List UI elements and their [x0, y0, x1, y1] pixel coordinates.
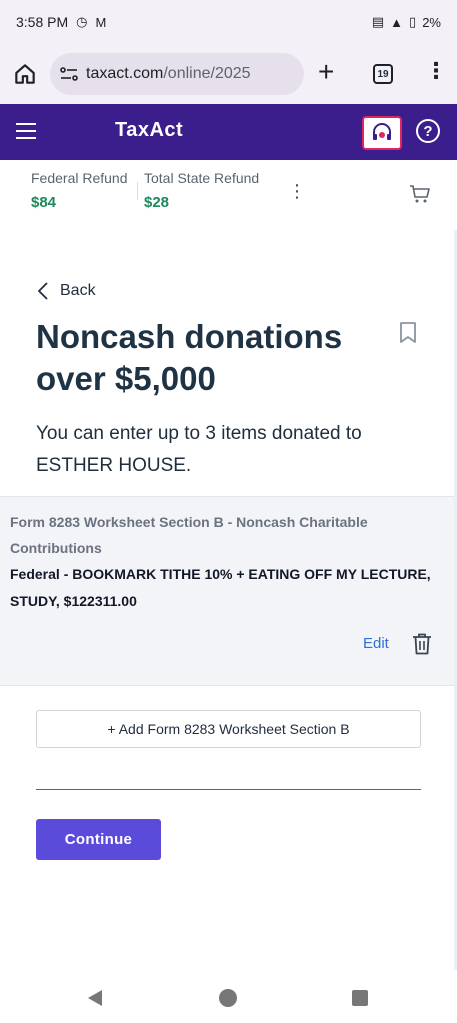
refund-summary: Federal Refund $84 Total State Refund $2…	[0, 160, 457, 230]
chevron-left-icon	[38, 282, 48, 300]
page-title: Noncash donations over $5,000	[36, 318, 343, 397]
site-settings-icon[interactable]	[60, 67, 78, 81]
headset-icon	[373, 123, 391, 140]
worksheet-title: Form 8283 Worksheet Section B - Noncash …	[10, 514, 368, 556]
battery-icon: ▯	[409, 14, 417, 29]
taxact-logo[interactable]: TaxAct	[115, 119, 183, 142]
battery-percent: 2%	[422, 14, 441, 30]
cart-icon[interactable]	[408, 182, 432, 206]
worksheet-detail: Federal - BOOKMARK TITHE 10% + EATING OF…	[10, 566, 431, 609]
bookmark-icon[interactable]	[399, 322, 417, 344]
add-worksheet-button[interactable]: + Add Form 8283 Worksheet Section B	[36, 710, 421, 748]
federal-refund-value: $84	[31, 194, 57, 211]
back-label: Back	[60, 282, 96, 299]
gmail-icon: M	[95, 14, 107, 30]
refund-divider	[137, 182, 138, 200]
tab-count: 19	[377, 68, 389, 80]
new-tab-icon[interactable]: +	[318, 58, 334, 86]
refund-more-icon[interactable]: ⋮	[288, 182, 306, 200]
trash-icon[interactable]	[412, 633, 432, 655]
url-text[interactable]: taxact.com/online/2025	[86, 65, 251, 83]
state-refund[interactable]: Total State Refund $28	[144, 170, 259, 211]
hamburger-menu-icon[interactable]	[16, 123, 36, 141]
nav-home-icon[interactable]	[219, 989, 237, 1007]
home-icon[interactable]	[12, 61, 38, 87]
url-path: /online/2025	[163, 65, 251, 82]
nav-recents-icon[interactable]	[352, 990, 368, 1006]
browser-menu-icon[interactable]: ⋮	[425, 60, 447, 82]
federal-refund-label: Federal Refund	[31, 170, 128, 186]
federal-refund[interactable]: Federal Refund $84	[31, 170, 128, 211]
intro-text: You can enter up to 3 items donated to E…	[36, 423, 362, 476]
alarm-icon: ◷	[76, 14, 88, 29]
url-host: taxact.com	[86, 65, 164, 82]
browser-toolbar: taxact.com/online/2025 + 19 ⋮	[0, 44, 457, 104]
worksheet-card: Form 8283 Worksheet Section B - Noncash …	[0, 496, 457, 686]
continue-button[interactable]: Continue	[36, 819, 161, 860]
state-refund-label: Total State Refund	[144, 170, 260, 186]
edit-link[interactable]: Edit	[363, 635, 389, 652]
address-bar[interactable]: taxact.com/online/2025	[50, 53, 304, 95]
state-refund-value: $28	[144, 194, 170, 211]
app-header: TaxAct ?	[0, 104, 457, 160]
signal-icon: ▲	[390, 14, 404, 30]
help-icon[interactable]: ?	[416, 119, 440, 143]
vibrate-icon: ▤	[371, 14, 385, 29]
back-link[interactable]: Back	[38, 282, 96, 300]
tab-switcher-button[interactable]: 19	[373, 64, 393, 84]
status-time: 3:58 PM	[16, 14, 69, 30]
status-bar: 3:58 PM ◷ M ▤ ▲ ▯ 2%	[0, 0, 457, 44]
section-divider	[36, 789, 421, 790]
system-nav-bar	[0, 975, 457, 1023]
nav-back-icon[interactable]	[88, 990, 102, 1006]
support-button[interactable]	[362, 116, 402, 150]
